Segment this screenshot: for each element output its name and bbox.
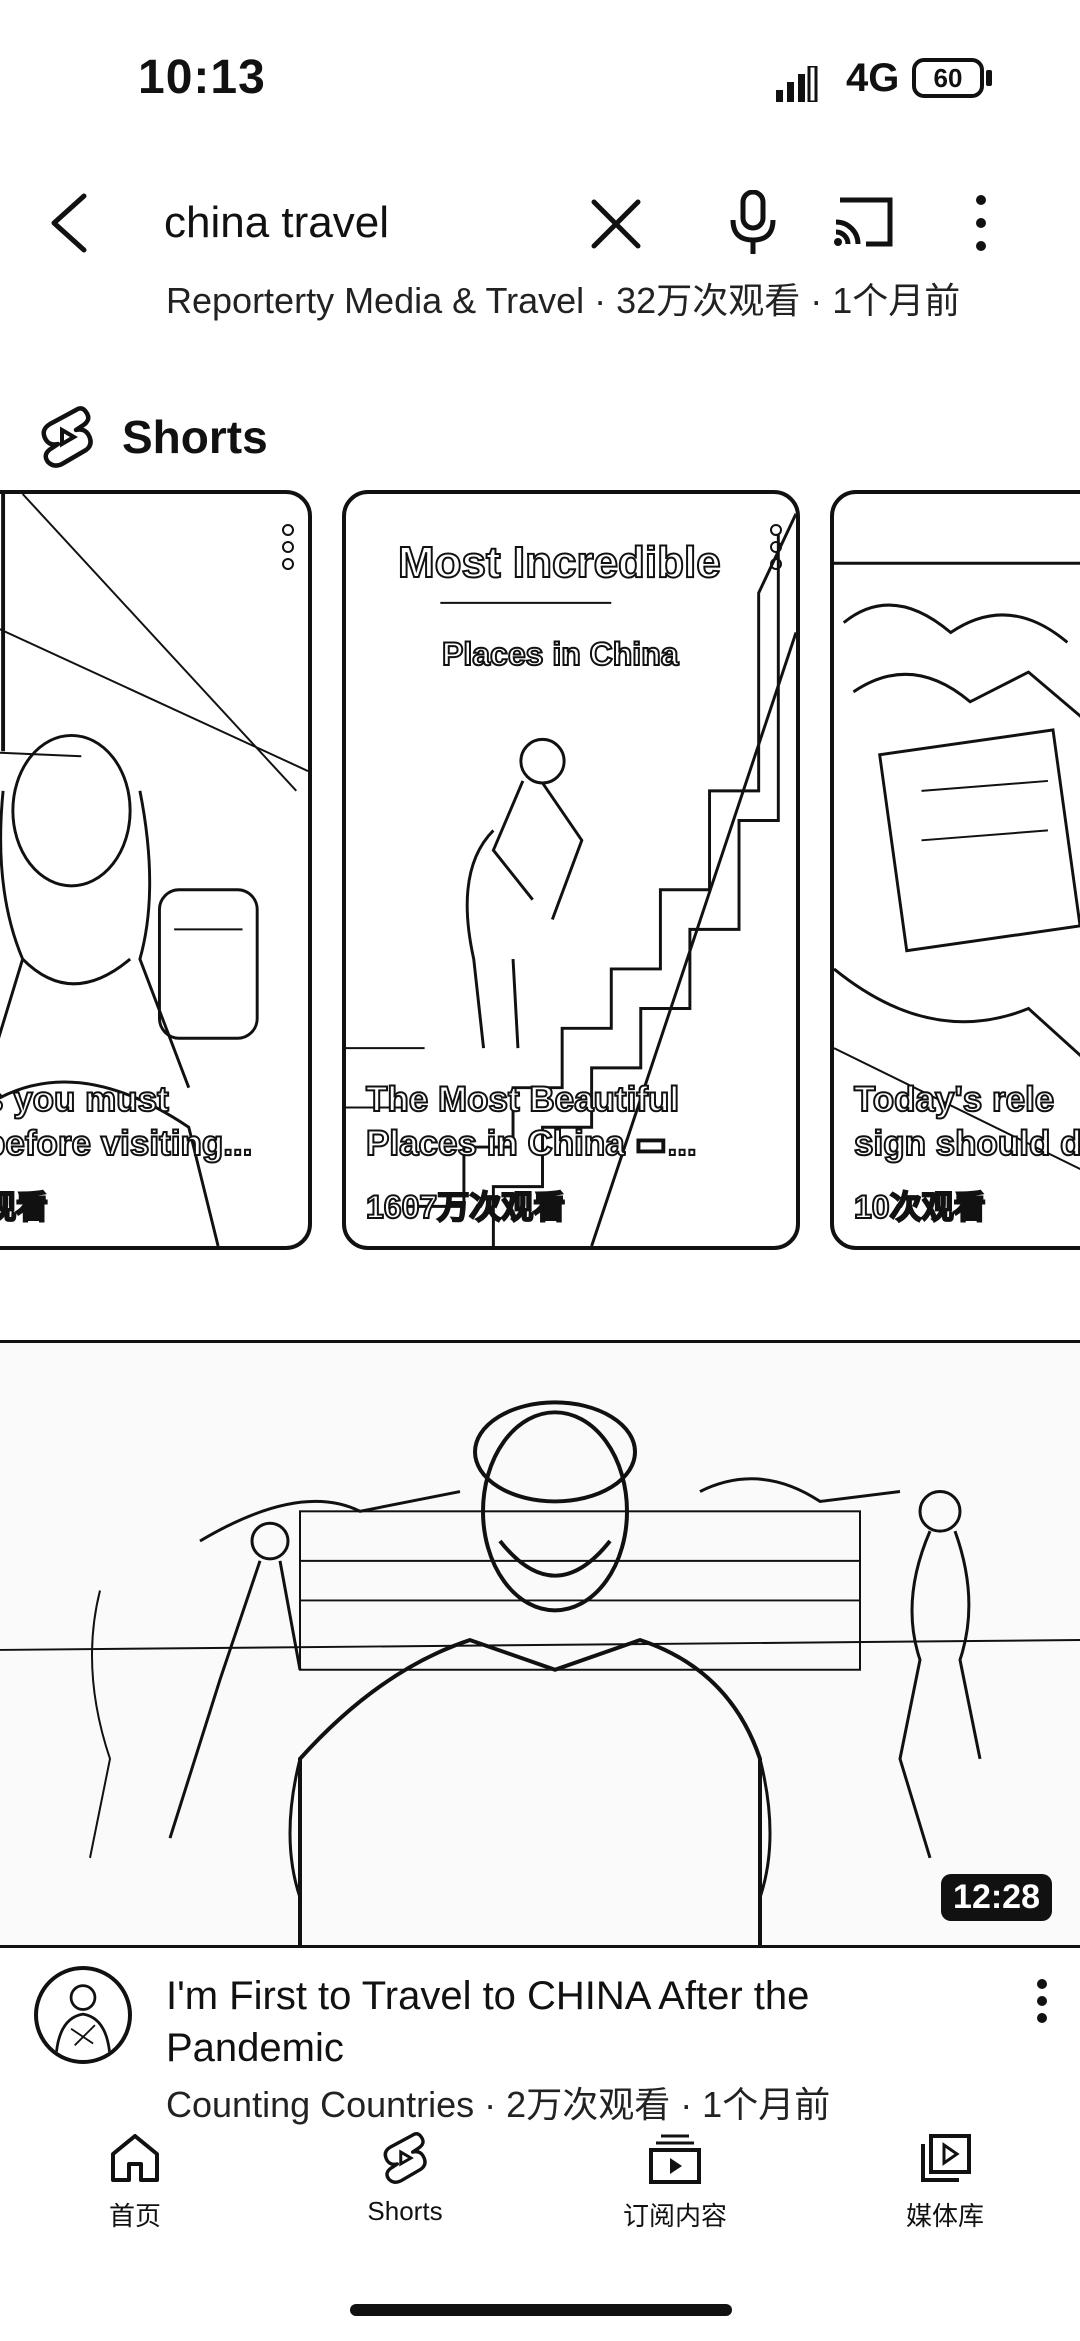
short-title-line: s you must [0, 1079, 170, 1120]
short-title-line: Today's rele [853, 1079, 1055, 1120]
microphone-icon[interactable] [728, 190, 778, 256]
home-indicator[interactable] [350, 2304, 732, 2316]
short-views: 观看 [0, 1188, 49, 1226]
back-icon[interactable] [40, 188, 100, 258]
short-title-line: before visiting... [0, 1123, 253, 1164]
channel-avatar[interactable] [34, 1966, 132, 2064]
battery-icon [986, 70, 992, 86]
short-title: s you must before visiting... [0, 1078, 253, 1166]
short-card[interactable]: Today's rele sign should d 10次观看 [830, 490, 1080, 1250]
nav-item-subscriptions[interactable]: 订阅内容 [595, 2130, 755, 2233]
short-title-line: The Most Beautiful [365, 1079, 680, 1120]
video-title[interactable]: I'm First to Travel to CHINA After the P… [166, 1970, 996, 2074]
nav-item-home[interactable]: 首页 [55, 2130, 215, 2233]
shorts-icon [383, 2132, 427, 2184]
short-more-icon[interactable] [280, 522, 296, 572]
short-overlay-subtitle: Places in China [441, 635, 680, 673]
home-icon [111, 2134, 159, 2182]
video-duration: 12:28 [941, 1874, 1052, 1921]
nav-label: 订阅内容 [622, 2201, 727, 2231]
library-icon [921, 2134, 971, 2182]
avatar-image [54, 1984, 112, 2053]
video-meta: Counting Countries · 2万次观看 · 1个月前 [166, 2084, 831, 2125]
shorts-section-title: Shorts [122, 411, 268, 463]
nav-label: 首页 [108, 2201, 161, 2231]
search-input[interactable]: china travel [164, 198, 389, 248]
short-views: 1607万次观看 [365, 1188, 566, 1226]
shorts-logo-icon [41, 406, 93, 468]
status-time: 10:13 [138, 51, 266, 104]
more-options-icon[interactable] [966, 190, 996, 256]
clear-search-icon[interactable] [588, 196, 644, 252]
network-type: 4G [846, 56, 900, 100]
signal-icon [776, 66, 818, 102]
cast-icon[interactable] [832, 196, 894, 248]
video-more-icon[interactable] [1034, 1976, 1050, 2026]
battery-level: 60 [912, 58, 984, 98]
nav-label: 媒体库 [905, 2201, 984, 2231]
short-views: 10次观看 [853, 1188, 987, 1226]
short-overlay-title: Most Incredible [397, 537, 722, 588]
short-title-line: Places in China ▭... [365, 1123, 698, 1164]
short-card[interactable]: s you must before visiting... 观看 [0, 490, 312, 1250]
previous-video-meta: Reporterty Media & Travel · 32万次观看 · 1个月… [166, 280, 961, 321]
nav-item-shorts[interactable]: Shorts [325, 2130, 485, 2227]
nav-item-library[interactable]: 媒体库 [865, 2130, 1025, 2233]
nav-label: Shorts [367, 2196, 443, 2226]
short-more-icon[interactable] [768, 522, 784, 572]
bottom-nav: 首页 Shorts 订阅内容 媒体库 [0, 2130, 1080, 2250]
short-title: Today's rele sign should d [853, 1078, 1080, 1166]
subscriptions-icon [649, 2134, 701, 2184]
video-thumbnail[interactable]: 12:28 [0, 1340, 1080, 1948]
short-title: The Most Beautiful Places in China ▭... [365, 1078, 698, 1166]
short-card[interactable]: Most Incredible Places in China The Most… [342, 490, 800, 1250]
short-title-line: sign should d [853, 1123, 1080, 1164]
video-thumbnail-art [0, 1400, 1080, 1945]
